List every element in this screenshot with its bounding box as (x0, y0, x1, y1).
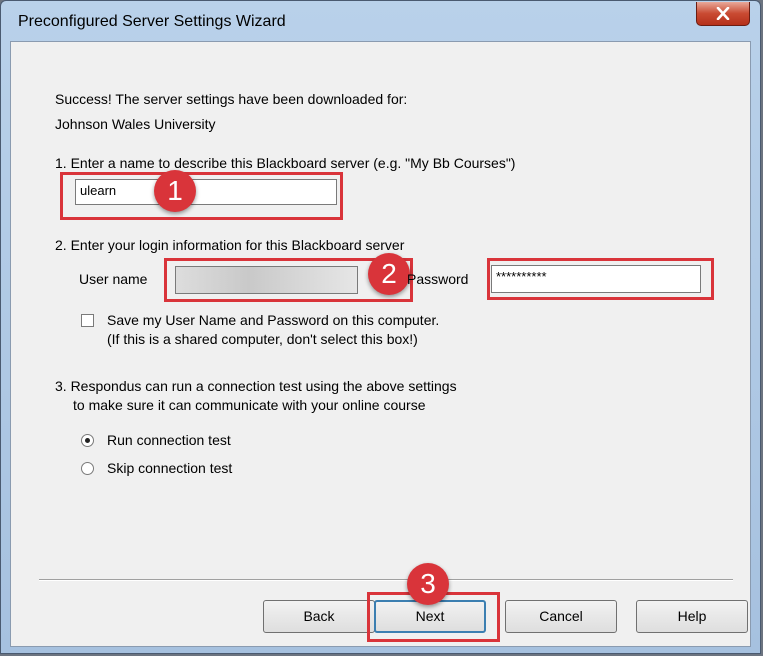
username-label: User name (79, 271, 148, 287)
run-test-label: Run connection test (107, 432, 231, 448)
callout-badge-1: 1 (154, 170, 196, 212)
server-name-input[interactable]: ulearn (75, 179, 337, 205)
radio-selected-dot (85, 438, 90, 443)
password-label: Password (407, 271, 469, 287)
skip-test-radio[interactable] (81, 462, 94, 475)
password-input[interactable]: ********** (491, 265, 701, 293)
wizard-body: Success! The server settings have been d… (10, 41, 751, 647)
step2-label: 2. Enter your login information for this… (55, 237, 405, 253)
help-button[interactable]: Help (636, 600, 748, 633)
step1-label: 1. Enter a name to describe this Blackbo… (55, 155, 516, 171)
back-button[interactable]: Back (263, 600, 375, 633)
next-button[interactable]: Next (374, 600, 486, 633)
save-credentials-label: Save my User Name and Password on this c… (107, 312, 440, 328)
close-button[interactable] (696, 2, 750, 26)
callout-badge-2: 2 (368, 253, 410, 295)
divider-highlight (39, 580, 733, 581)
skip-test-label: Skip connection test (107, 460, 233, 476)
save-credentials-checkbox[interactable] (81, 314, 94, 327)
close-icon (716, 7, 730, 20)
institution-name: Johnson Wales University (55, 116, 216, 132)
title-bar[interactable]: Preconfigured Server Settings Wizard (1, 1, 760, 41)
window-title: Preconfigured Server Settings Wizard (18, 13, 286, 30)
cancel-button[interactable]: Cancel (505, 600, 617, 633)
save-credentials-hint: (If this is a shared computer, don't sel… (107, 331, 418, 347)
username-input[interactable] (175, 266, 358, 294)
run-test-radio[interactable] (81, 434, 94, 447)
step3-label-cont: to make sure it can communicate with you… (73, 397, 426, 413)
step3-label: 3. Respondus can run a connection test u… (55, 378, 457, 394)
wizard-window: Preconfigured Server Settings Wizard Suc… (0, 0, 761, 654)
callout-badge-3: 3 (407, 563, 449, 605)
success-message: Success! The server settings have been d… (55, 91, 408, 107)
